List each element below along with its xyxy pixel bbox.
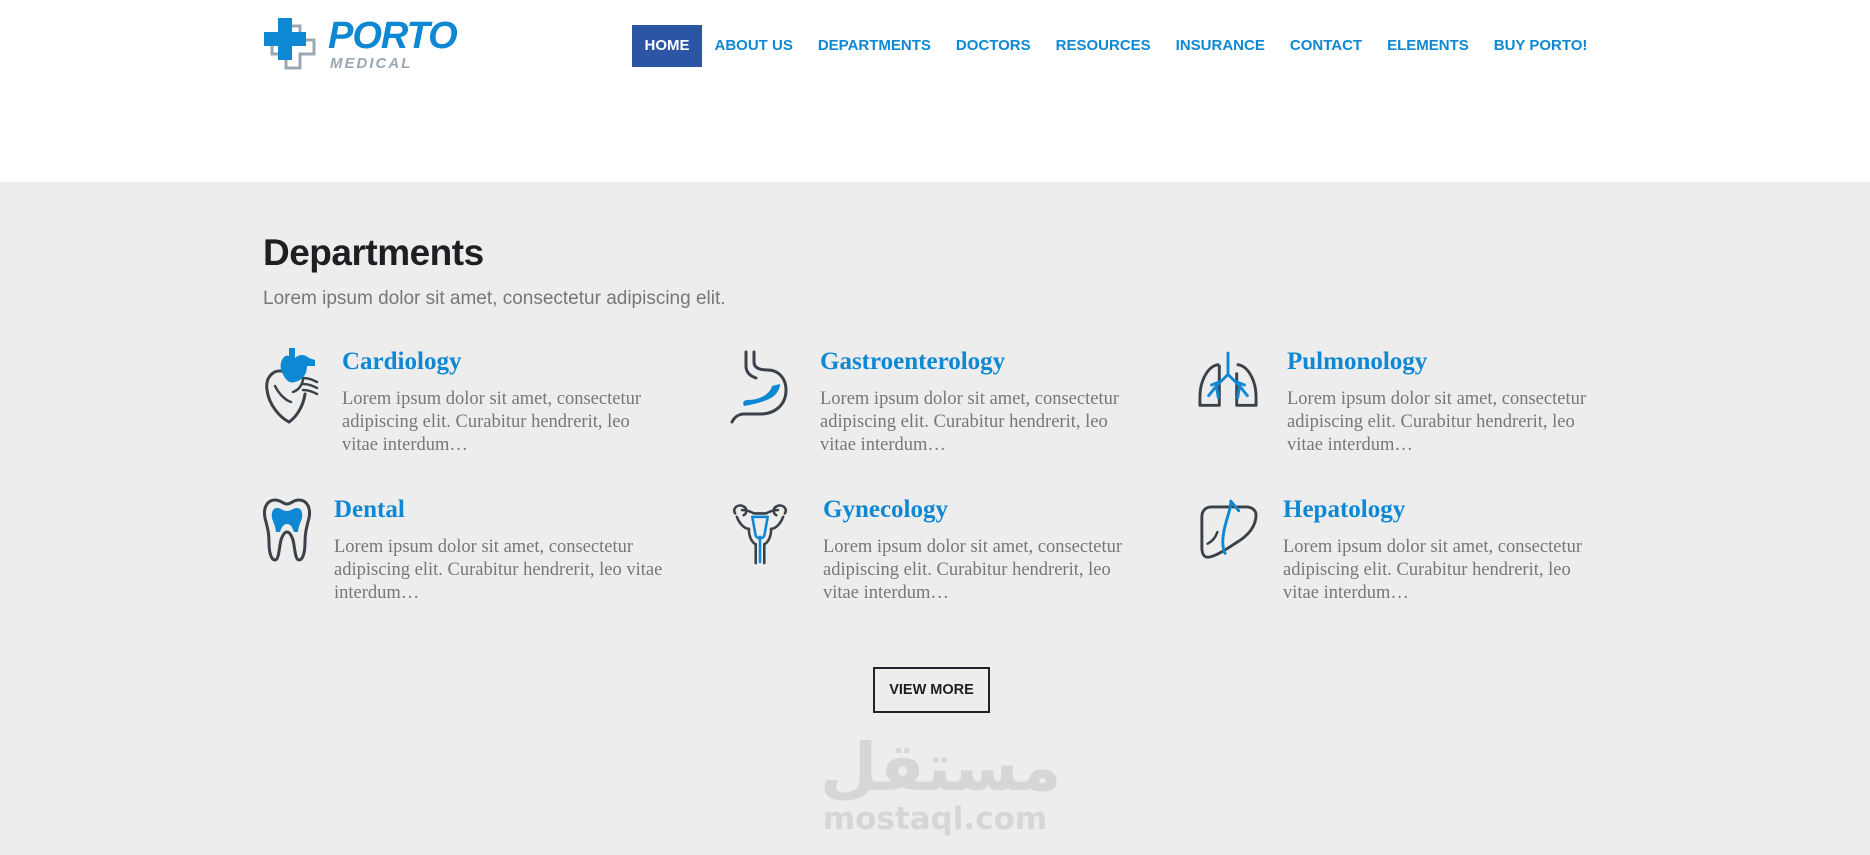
heart-icon (265, 348, 319, 424)
department-card: Gastroenterology Lorem ipsum dolor sit a… (730, 348, 1150, 468)
nav-item-elements[interactable]: ELEMENTS (1375, 25, 1482, 67)
department-card: Gynecology Lorem ipsum dolor sit amet, c… (730, 496, 1150, 616)
nav-item-resources[interactable]: RESOURCES (1043, 25, 1163, 67)
logo-tagline: MEDICAL (330, 55, 413, 72)
nav-item-departments[interactable]: DEPARTMENTS (805, 25, 943, 67)
department-title-cardiology[interactable]: Cardiology (342, 348, 461, 376)
nav-item-doctors[interactable]: DOCTORS (943, 25, 1043, 67)
department-card: Cardiology Lorem ipsum dolor sit amet, c… (263, 348, 683, 468)
lungs-icon (1198, 351, 1258, 407)
department-title-gynecology[interactable]: Gynecology (823, 496, 948, 524)
main-nav: HOME ABOUT US DEPARTMENTS DOCTORS RESOUR… (632, 25, 1600, 67)
watermark-latin: mostaql.com (822, 801, 1048, 837)
department-title-pulmonology[interactable]: Pulmonology (1287, 348, 1427, 376)
site-header: PORTO MEDICAL HOME ABOUT US DEPARTMENTS … (0, 0, 1870, 182)
department-text: Lorem ipsum dolor sit amet, consectetur … (334, 537, 663, 603)
department-text: Lorem ipsum dolor sit amet, consectetur … (820, 389, 1120, 455)
section-subtitle: Lorem ipsum dolor sit amet, consectetur … (263, 288, 726, 309)
tooth-icon (263, 498, 311, 562)
watermark: مستقل mostaql.com (820, 729, 1062, 855)
department-card: Dental Lorem ipsum dolor sit amet, conse… (263, 496, 683, 616)
section-title: Departments (263, 232, 484, 273)
logo-name: PORTO (328, 15, 458, 57)
nav-item-about-us[interactable]: ABOUT US (702, 25, 805, 67)
site-logo[interactable]: PORTO MEDICAL (262, 16, 472, 74)
department-card: Hepatology Lorem ipsum dolor sit amet, c… (1198, 496, 1618, 616)
nav-item-buy-porto[interactable]: BUY PORTO! (1481, 25, 1600, 67)
stomach-icon (730, 350, 788, 424)
department-title-dental[interactable]: Dental (334, 496, 405, 524)
department-title-hepatology[interactable]: Hepatology (1283, 496, 1405, 524)
liver-icon (1200, 499, 1258, 559)
department-text: Lorem ipsum dolor sit amet, consectetur … (823, 537, 1123, 603)
department-text: Lorem ipsum dolor sit amet, consectetur … (1287, 389, 1587, 455)
uterus-icon (733, 504, 787, 565)
nav-item-contact[interactable]: CONTACT (1277, 25, 1374, 67)
watermark-arabic: مستقل (820, 729, 1062, 806)
department-title-gastroenterology[interactable]: Gastroenterology (820, 348, 1005, 376)
department-text: Lorem ipsum dolor sit amet, consectetur … (342, 389, 642, 455)
view-more-button[interactable]: VIEW MORE (873, 667, 990, 713)
nav-item-insurance[interactable]: INSURANCE (1163, 25, 1277, 67)
nav-item-home[interactable]: HOME (632, 25, 702, 67)
department-text: Lorem ipsum dolor sit amet, consectetur … (1283, 537, 1583, 603)
departments-section: Departments Lorem ipsum dolor sit amet, … (0, 182, 1870, 855)
medical-cross-icon (264, 18, 316, 70)
department-card: Pulmonology Lorem ipsum dolor sit amet, … (1198, 348, 1618, 468)
